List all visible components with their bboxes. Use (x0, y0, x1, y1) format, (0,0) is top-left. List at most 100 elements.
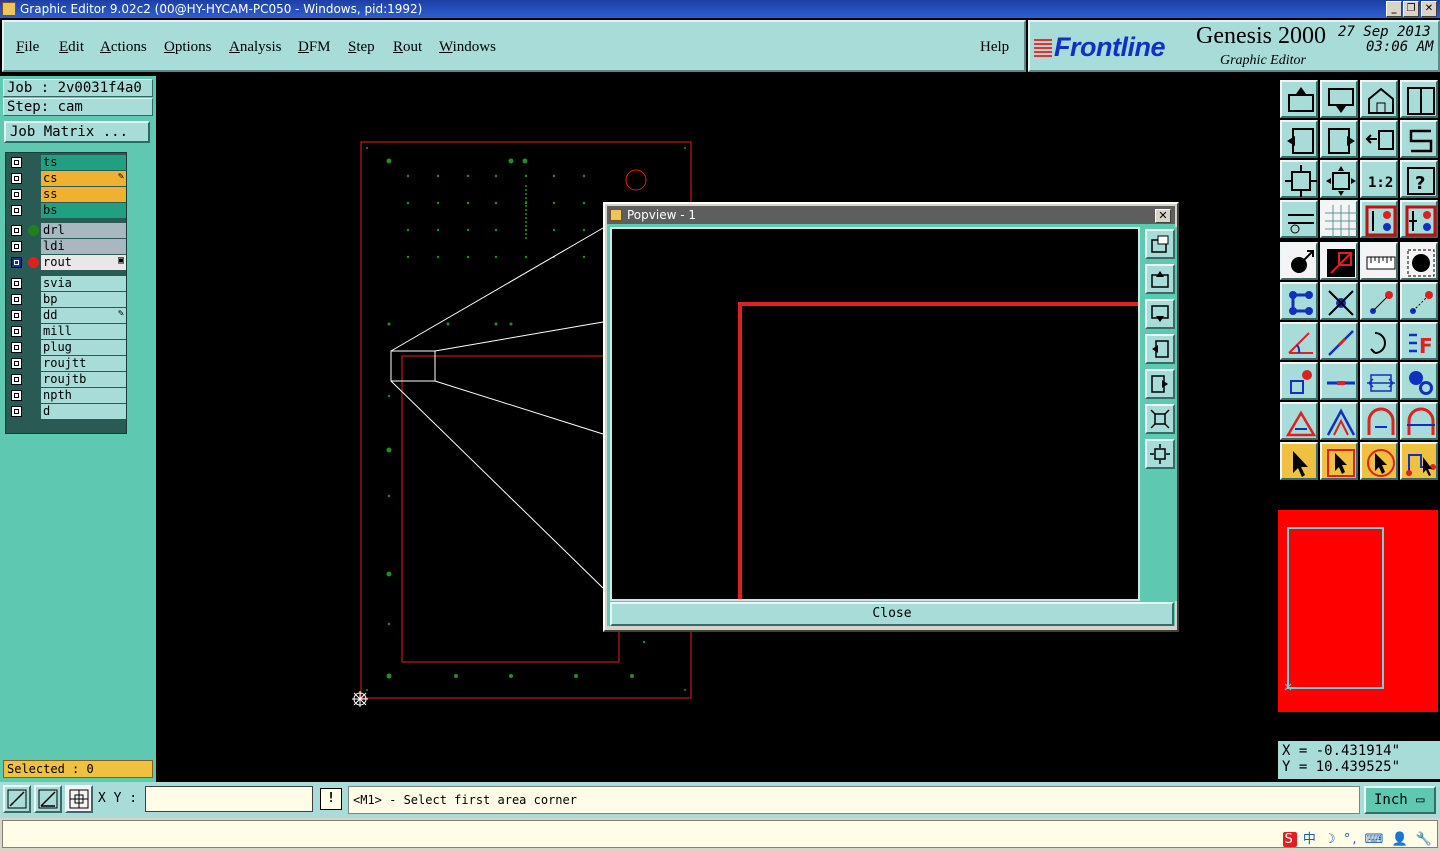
layer-row-mill[interactable]: mill (8, 324, 126, 339)
home-button[interactable] (1360, 80, 1398, 118)
layer-row-ts[interactable]: ts (8, 155, 126, 170)
menu-analysis[interactable]: Analysis (229, 39, 282, 56)
menu-step[interactable]: Step (348, 39, 375, 56)
scale-1-2-button[interactable]: 1:2 (1360, 160, 1398, 198)
menu-dfm[interactable]: DFM (298, 39, 331, 56)
split-line-button[interactable] (1320, 362, 1358, 400)
layer-row-roujtb[interactable]: roujtb (8, 372, 126, 387)
status-input[interactable] (2, 820, 1438, 848)
pad-move-button[interactable] (1280, 362, 1318, 400)
layer-name[interactable]: drl (41, 223, 126, 238)
connect-button[interactable] (1280, 282, 1318, 320)
close-window-button[interactable]: ✕ (1421, 1, 1437, 17)
layer-name[interactable]: bp (41, 292, 126, 307)
layer-row-roujtt[interactable]: roujtt (8, 356, 126, 371)
layer-checkbox[interactable] (11, 342, 22, 353)
split-view-button[interactable] (1400, 80, 1438, 118)
layer-checkbox[interactable] (11, 173, 22, 184)
layer-name[interactable]: ts (41, 155, 126, 170)
layer-name[interactable]: roujtt (41, 356, 126, 371)
popview-pan-up-button[interactable] (1145, 264, 1175, 294)
measure-button[interactable] (1360, 362, 1398, 400)
ime-icon[interactable]: S (1282, 832, 1297, 847)
menu-rout[interactable]: Rout (393, 39, 422, 56)
pointer-button[interactable] (1280, 442, 1318, 480)
pan-right-button[interactable] (1320, 120, 1358, 158)
layer-compare-2-button[interactable] (1400, 200, 1438, 238)
tools-button[interactable] (1280, 200, 1318, 238)
minimize-button[interactable]: _ (1386, 1, 1402, 17)
menu-actions[interactable]: Actions (100, 39, 147, 56)
grid-snap-button[interactable] (65, 785, 93, 813)
move-point-button[interactable] (1360, 282, 1398, 320)
pointer-circle-button[interactable] (1360, 442, 1398, 480)
triangle-select-button[interactable] (1280, 402, 1318, 440)
menu-file[interactable]: File (16, 39, 39, 56)
pointer-box-button[interactable] (1320, 442, 1358, 480)
popview-fit-button[interactable] (1145, 404, 1175, 434)
layer-name[interactable]: rout (41, 255, 126, 270)
xy-input[interactable] (145, 786, 313, 812)
layer-name[interactable]: mill (41, 324, 126, 339)
fit-screen-button[interactable] (1280, 160, 1318, 198)
overview-preview[interactable] (1278, 510, 1438, 712)
layer-name[interactable]: bs (41, 203, 126, 218)
layer-name[interactable]: npth (41, 388, 126, 403)
layer-row-drl[interactable]: drl (8, 223, 126, 238)
zoom-down-button[interactable] (1320, 80, 1358, 118)
pad-button[interactable] (1400, 242, 1438, 280)
snake-route-button[interactable] (1400, 120, 1438, 158)
grid-button[interactable] (1320, 200, 1358, 238)
layer-checkbox[interactable] (11, 241, 22, 252)
snap-button[interactable] (3, 785, 31, 813)
layer-row-svia[interactable]: svia (8, 276, 126, 291)
pan-left-button[interactable] (1280, 120, 1318, 158)
layer-checkbox[interactable] (11, 189, 22, 200)
layer-checkbox[interactable] (11, 406, 22, 417)
layer-row-plug[interactable]: plug (8, 340, 126, 355)
layer-checkbox[interactable] (11, 326, 22, 337)
layer-checkbox[interactable] (11, 358, 22, 369)
layer-compare-button[interactable] (1360, 200, 1398, 238)
tray-icons[interactable]: 中 ☽ °, ⌨ 👤 🔧 (1303, 832, 1434, 847)
undo-zoom-button[interactable] (1360, 120, 1398, 158)
layer-checkbox[interactable] (11, 157, 22, 168)
layer-checkbox[interactable] (11, 225, 22, 236)
layer-name[interactable]: roujtb (41, 372, 126, 387)
layer-name[interactable]: plug (41, 340, 126, 355)
layer-name[interactable]: dd (41, 308, 126, 323)
select-red-button[interactable] (1320, 242, 1358, 280)
layer-checkbox[interactable] (11, 374, 22, 385)
measure-mode-button[interactable] (34, 785, 62, 813)
menu-edit[interactable]: Edit (59, 39, 84, 56)
text-f-button[interactable]: F (1400, 322, 1438, 360)
zoom-home-button[interactable] (1280, 80, 1318, 118)
popview-pan-right-button[interactable] (1145, 369, 1175, 399)
layer-name[interactable]: svia (41, 276, 126, 291)
layer-row-rout[interactable]: rout ▣ (8, 255, 126, 270)
center-button[interactable] (1320, 160, 1358, 198)
cluster-button[interactable] (1400, 362, 1438, 400)
unit-selector[interactable]: Inch ▭ (1364, 786, 1436, 814)
popview-pan-down-button[interactable] (1145, 299, 1175, 329)
help-button[interactable]: ? (1400, 160, 1438, 198)
move-point-2-button[interactable] (1400, 282, 1438, 320)
popview-canvas[interactable] (610, 227, 1140, 601)
layer-checkbox[interactable] (11, 257, 22, 268)
feature-add-button[interactable] (1280, 242, 1318, 280)
layer-row-ldi[interactable]: ldi (8, 239, 126, 254)
arc-button[interactable] (1360, 322, 1398, 360)
angle-button[interactable] (1280, 322, 1318, 360)
layer-name[interactable]: ss (41, 187, 126, 202)
layer-name[interactable]: cs (41, 171, 126, 186)
menu-help[interactable]: Help (980, 39, 1009, 56)
layer-row-bp[interactable]: bp (8, 292, 126, 307)
layer-row-npth[interactable]: npth (8, 388, 126, 403)
delete-feature-button[interactable] (1320, 282, 1358, 320)
arch-button[interactable] (1360, 402, 1398, 440)
layer-checkbox[interactable] (11, 294, 22, 305)
menu-windows[interactable]: Windows (439, 39, 496, 56)
layer-row-cs[interactable]: cs ✎ (8, 171, 126, 186)
layer-row-d[interactable]: d (8, 404, 126, 419)
ruler-button[interactable] (1360, 242, 1398, 280)
